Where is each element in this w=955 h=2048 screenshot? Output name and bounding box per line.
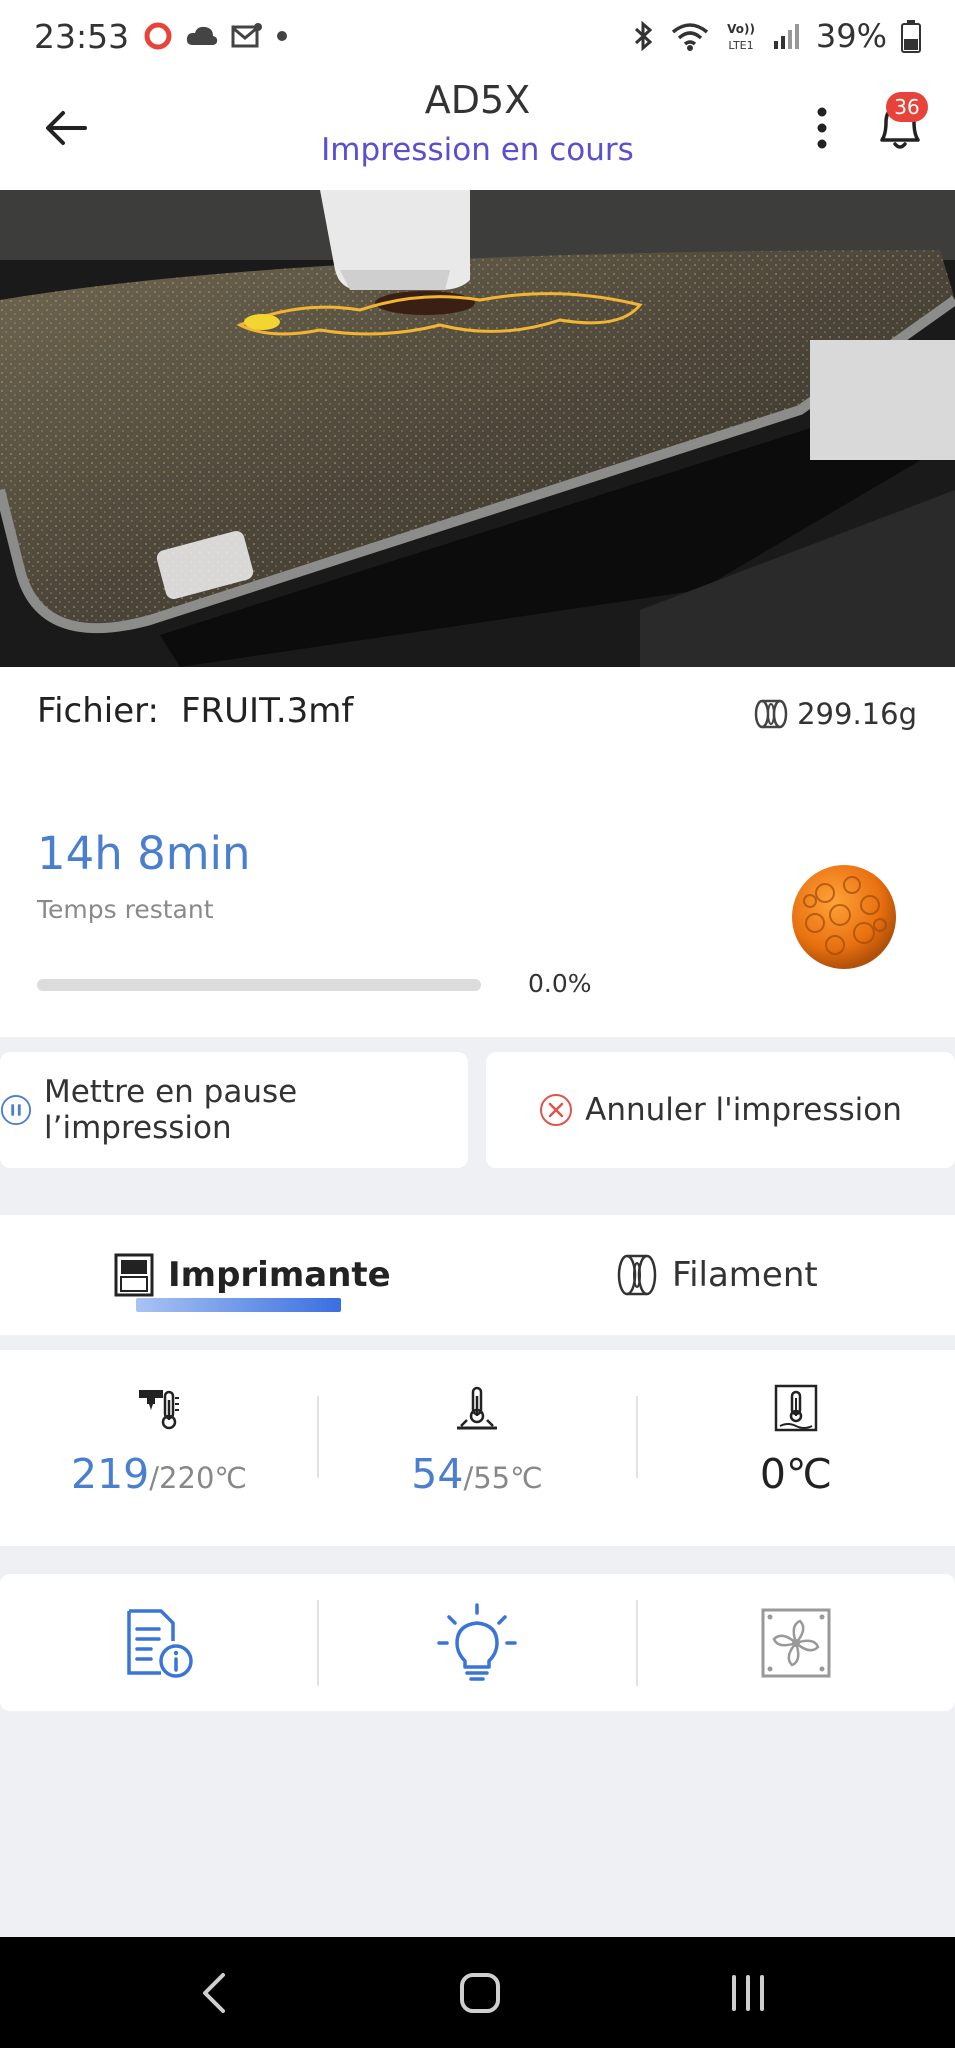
filament-weight: 299.16g (753, 697, 917, 731)
tab-filament-label: Filament (672, 1255, 818, 1295)
cancel-icon (540, 1094, 573, 1126)
filament-icon (617, 1254, 657, 1296)
fan-button[interactable] (637, 1574, 955, 1711)
light-button[interactable] (318, 1574, 636, 1711)
tab-bar: Imprimante Filament (0, 1215, 955, 1335)
volte-icon: Vo)) LTE1 (727, 22, 755, 52)
status-system-icons: Vo)) LTE1 39% (632, 17, 921, 55)
svg-text:Vo)): Vo)) (727, 22, 755, 36)
notification-badge: 36 (886, 92, 928, 122)
battery-percent: 39% (815, 17, 887, 55)
opera-icon (144, 22, 172, 50)
svg-text:LTE1: LTE1 (728, 39, 753, 52)
cloud-icon (186, 26, 218, 45)
status-bar: 23:53 Vo)) LTE1 39% (0, 0, 955, 72)
weight-value: 299.16g (797, 697, 917, 731)
active-tab-indicator (136, 1298, 341, 1312)
status-time: 23:53 (34, 16, 130, 56)
bed-temp-target: /55℃ (463, 1461, 543, 1495)
fan-icon (761, 1608, 831, 1677)
system-nav-bar (0, 1937, 955, 2048)
file-info-button[interactable] (0, 1574, 318, 1711)
camera-feed[interactable] (0, 190, 955, 667)
nav-back-icon (203, 1973, 225, 2013)
nav-recents-icon (732, 1975, 764, 2011)
wifi-icon (671, 23, 708, 51)
temperature-panel: 219/220℃ 54/55℃ 0℃ (0, 1350, 955, 1546)
time-remaining-label: Temps restant (37, 895, 214, 924)
progress-percent: 0.0% (528, 969, 592, 998)
tab-filament[interactable]: Filament (616, 1215, 818, 1335)
file-name: FRUIT.3mf (180, 691, 354, 731)
file-info-icon (127, 1608, 193, 1678)
nav-back-button[interactable] (184, 1965, 244, 2021)
status-notification-icons (143, 21, 289, 51)
mail-icon (231, 23, 263, 48)
pause-icon (0, 1094, 32, 1126)
battery-icon (901, 20, 921, 53)
file-row: Fichier: FRUIT.3mf (37, 691, 353, 731)
bed-temp-current: 54 (411, 1450, 464, 1498)
nozzle-temperature[interactable]: 219/220℃ (0, 1350, 318, 1546)
app-header: AD5X Impression en cours 36 (0, 72, 955, 190)
camera-image (0, 190, 955, 667)
time-remaining: 14h 8min (37, 827, 251, 880)
model-thumbnail[interactable] (790, 863, 898, 971)
bluetooth-icon (634, 20, 653, 52)
chamber-temp-icon (774, 1384, 818, 1432)
nav-home-button[interactable] (450, 1965, 510, 2021)
bed-temp-icon (457, 1386, 497, 1430)
print-info-card: Fichier: FRUIT.3mf 299.16g 14h 8min Temp… (0, 667, 955, 1037)
progress-bar (37, 979, 481, 991)
cancel-print-button[interactable]: Annuler l'impression (486, 1052, 955, 1168)
chamber-temp-value: 0℃ (759, 1450, 833, 1498)
dot-icon (277, 31, 288, 41)
cancel-print-label: Annuler l'impression (585, 1092, 902, 1128)
file-label: Fichier: (37, 691, 159, 731)
light-bulb-icon (437, 1602, 517, 1681)
signal-icon (773, 24, 799, 49)
nozzle-temp-icon (139, 1390, 179, 1430)
pause-print-label: Mettre en pause l’impression (43, 1074, 298, 1146)
pause-print-button[interactable]: Mettre en pause l’impression (0, 1052, 468, 1168)
nav-home-icon (460, 1973, 500, 2013)
printer-icon (114, 1253, 154, 1297)
nozzle-temp-target: /220℃ (149, 1461, 247, 1495)
more-vertical-icon (817, 107, 827, 149)
chamber-temperature: 0℃ (637, 1350, 955, 1546)
controls-panel (0, 1574, 955, 1711)
tab-printer-label: Imprimante (168, 1255, 391, 1295)
tab-printer[interactable]: Imprimante (114, 1215, 391, 1335)
nav-recents-button[interactable] (718, 1965, 778, 2021)
filament-spool-icon (754, 699, 788, 729)
bed-temperature[interactable]: 54/55℃ (318, 1350, 636, 1546)
nozzle-temp-current: 219 (71, 1450, 150, 1498)
more-options-button[interactable] (800, 96, 844, 160)
